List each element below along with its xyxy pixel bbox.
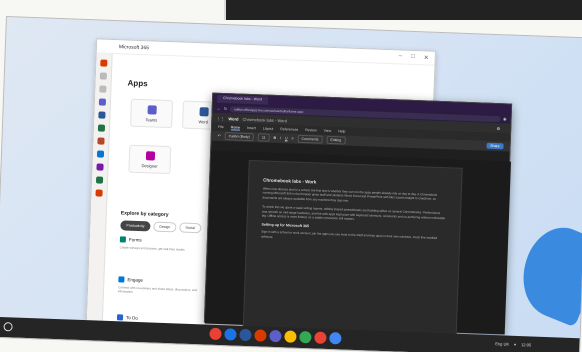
m365-window-title: Microsoft 365 [118, 43, 150, 51]
comments-button[interactable]: Comments [297, 134, 323, 144]
launcher-icon[interactable] [3, 322, 13, 332]
back-icon[interactable]: ← [217, 106, 221, 111]
wifi-icon: ▾ [514, 341, 517, 347]
m365-titlebar[interactable]: Microsoft 365 – □ ✕ [96, 39, 435, 66]
minimize-icon[interactable]: – [399, 53, 403, 60]
chrome-icon[interactable] [209, 327, 222, 341]
home-icon[interactable] [100, 59, 108, 67]
apps-icon[interactable] [95, 189, 103, 197]
doc-paragraph: When new devices land in a school, the f… [262, 186, 438, 203]
todo-icon [116, 314, 124, 321]
document-name[interactable]: Chromebook labs - Word [242, 116, 287, 123]
wallpaper-shape [509, 217, 582, 328]
ribbon-tab-home[interactable]: Home [230, 124, 241, 131]
chip-design[interactable]: Design [153, 221, 177, 233]
files-icon[interactable] [99, 85, 107, 93]
docs-icon[interactable] [329, 332, 342, 345]
maximize-icon[interactable]: □ [411, 54, 415, 61]
word-icon[interactable] [239, 328, 252, 342]
ribbon-tab-layout[interactable]: Layout [263, 126, 274, 130]
explore-heading: Explore by category [120, 210, 169, 219]
shelf-apps [209, 327, 342, 345]
photo-stage: Microsoft 365 – □ ✕ Apps Teams Word Desi… [0, 0, 582, 352]
font-size-select[interactable]: 11 [257, 133, 270, 142]
underline-icon[interactable]: U [285, 136, 288, 140]
keyboard-layout: Eng UK [495, 341, 510, 347]
m365-left-rail [86, 53, 113, 340]
engage-icon [118, 276, 125, 283]
word-window: Chromebook labs - Word ← ↻ ooffice.offic… [203, 92, 513, 338]
document-page[interactable]: Chromebook labs - Work When new devices … [242, 159, 463, 338]
ribbon-tab-help[interactable]: Help [338, 129, 345, 133]
apps-heading: Apps [127, 78, 148, 89]
doc-paragraph: To check this we spent a week writing re… [261, 204, 446, 221]
font-name-select[interactable]: Calibri (Body) [224, 132, 255, 142]
app-card-engage[interactable]: Engage Connect with co-workers and share… [118, 276, 201, 296]
gmail-icon[interactable] [314, 331, 327, 344]
close-icon[interactable]: ✕ [424, 54, 429, 61]
word-app-name: Word [228, 115, 239, 122]
teams-icon[interactable] [269, 329, 282, 343]
ribbon-tab-references[interactable]: References [280, 127, 298, 132]
teams-icon[interactable] [98, 98, 107, 106]
share-button[interactable]: Share [486, 142, 504, 150]
document-canvas: Chromebook labs - Work When new devices … [204, 150, 512, 338]
app-launcher-icon[interactable]: ⋮⋮ [216, 115, 224, 120]
clock: 12:05 [521, 342, 532, 348]
onenote-icon[interactable] [96, 163, 104, 171]
settings-icon[interactable]: ⚙ [497, 126, 501, 131]
ribbon-tab-review[interactable]: Review [305, 128, 317, 132]
create-icon[interactable] [99, 72, 107, 80]
top-image-edge [224, 0, 582, 20]
m365-icon[interactable] [254, 329, 267, 342]
category-chips: Productivity Design Social [120, 220, 202, 234]
status-tray[interactable]: Eng UK ▾ 12:05 [495, 341, 531, 347]
profile-icon[interactable]: ◉ [503, 116, 507, 121]
photos-icon[interactable] [284, 330, 297, 343]
app-tile-designer[interactable]: Designer [128, 144, 172, 175]
ribbon-tab-view[interactable]: View [324, 129, 332, 133]
word-icon[interactable] [98, 111, 106, 119]
forms-icon [119, 236, 126, 243]
ribbon-tab-insert[interactable]: Insert [247, 126, 256, 130]
files-icon[interactable] [224, 328, 237, 341]
bold-icon[interactable]: B [273, 136, 276, 140]
editing-button[interactable]: Editing [326, 135, 346, 145]
powerpoint-icon[interactable] [97, 137, 105, 145]
reload-icon[interactable]: ↻ [224, 106, 228, 111]
chip-social[interactable]: Social [179, 222, 202, 234]
teams-icon [146, 105, 157, 115]
app-tile-teams[interactable]: Teams [130, 98, 174, 129]
excel-icon[interactable] [97, 124, 106, 132]
chip-productivity[interactable]: Productivity [120, 220, 151, 232]
bullets-icon[interactable]: ≡ [291, 137, 293, 141]
outlook-icon[interactable] [96, 150, 105, 158]
app-card-forms[interactable]: Forms Create surveys and quizzes, get re… [120, 236, 202, 252]
designer-icon [145, 151, 155, 161]
play-icon[interactable] [299, 330, 312, 344]
italic-icon[interactable]: I [280, 136, 281, 140]
ribbon-tab-file[interactable]: File [218, 125, 224, 129]
chromeos-screen: Microsoft 365 – □ ✕ Apps Teams Word Desi… [0, 16, 582, 352]
excel-icon[interactable] [95, 176, 104, 184]
undo-icon[interactable]: ↶ [218, 134, 221, 138]
word-icon [198, 107, 209, 117]
